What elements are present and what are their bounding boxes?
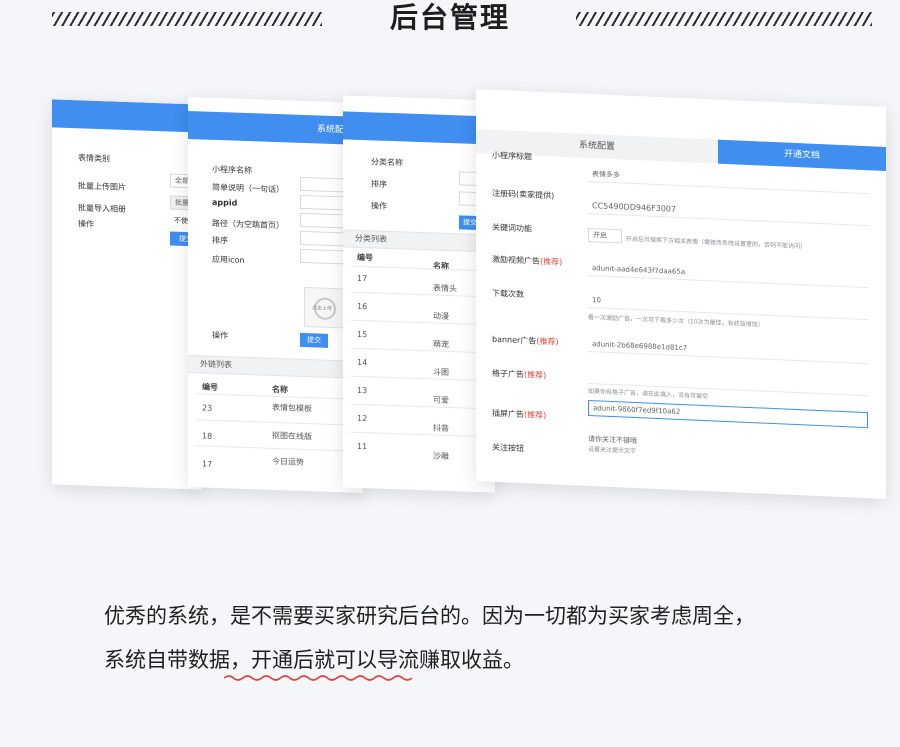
field-label: 应用icon (212, 254, 245, 265)
table-cell-id: 12 (357, 413, 368, 424)
table-cell-name: 抠图在线版 (272, 430, 312, 442)
table-cell-id: 23 (202, 403, 213, 413)
table-cell-id: 16 (357, 301, 368, 312)
table-cell-name: 可爱 (433, 395, 449, 406)
column-header: 编号 (202, 382, 218, 392)
field-label-title: 小程序标题 (492, 150, 532, 162)
page-title: 后台管理 (389, 1, 510, 34)
field-label: 批量上传图片 (78, 181, 126, 192)
field-label-grid-ad: 格子广告(推荐) (492, 368, 547, 381)
divider (351, 291, 495, 298)
caption-line-2: 系统自带数据，开通后就可以导流赚取收益。 (104, 648, 524, 672)
field-label-banner-ad: banner广告(推荐) (492, 334, 559, 347)
section-title: 外链列表 (188, 354, 363, 380)
divider (351, 403, 495, 410)
section-title: 分类列表 (343, 229, 495, 253)
tab-activation-docs[interactable]: 开通文档 (718, 139, 886, 171)
column-header: 名称 (433, 261, 449, 272)
option-text: 不使 (174, 216, 188, 226)
field-label-download-count: 下载次数 (492, 288, 524, 300)
upload-text: 点击上传 (312, 305, 333, 312)
decorative-hatch-right (576, 12, 872, 26)
field-label-reward-ad: 激励视频广告(推荐) (492, 254, 563, 267)
table-cell-id: 17 (357, 273, 368, 284)
divider (351, 347, 495, 354)
follow-button-note: 设置关注提示文字 (588, 445, 637, 456)
tab-bar: 系统配置 开通文档 (476, 129, 886, 171)
table-cell-name: 沙雕 (433, 451, 449, 462)
field-label-follow-button: 关注按钮 (492, 442, 524, 454)
table-cell-id: 17 (202, 459, 213, 469)
field-label: 分类名称 (371, 157, 403, 168)
submit-button[interactable]: 提交 (300, 332, 328, 348)
table-cell-id: 15 (357, 329, 368, 340)
page-header: 后台管理 (0, 0, 900, 40)
field-label-interstitial-ad: 插屏广告(推荐) (492, 408, 547, 421)
table-cell-name: 抖音 (433, 423, 449, 434)
field-label: 小程序名称 (212, 164, 252, 176)
divider (351, 319, 495, 326)
title-input[interactable]: 表情多多 (588, 167, 868, 195)
admin-panel-category-list: 分类名称 排序 操作 提交 分类列表 编号 名称 17 表情头 16 动漫 15… (343, 95, 495, 493)
table-cell-name: 表情头 (433, 283, 457, 294)
field-label: 操作 (371, 201, 387, 211)
table-cell-name: 表情包模板 (272, 402, 312, 414)
admin-panel-system-config: 系统配置 开通文档 小程序标题 表情多多 注册码(卖家提供) CC5490DD9… (476, 89, 886, 499)
field-label-register-code: 注册码(卖家提供) (492, 188, 555, 201)
field-label-keyword: 关键词功能 (492, 222, 532, 234)
wavy-underline-icon (224, 675, 412, 681)
admin-panel-miniprogram: 系统配置 小程序名称 简单说明（一句话） appid 路径（为空跳首页） 排序 … (188, 96, 363, 494)
column-header: 名称 (272, 384, 288, 395)
table-cell-id: 18 (202, 431, 213, 441)
field-label: 简单说明（一句话） (212, 182, 284, 195)
banner-ad-input[interactable]: adunit-2b68e6988e1d81c7 (588, 337, 868, 365)
interstitial-ad-input[interactable]: adunit-9860f7ed9f10a62 (588, 399, 868, 429)
panel-header-bar (52, 99, 202, 133)
keyword-note: 开启后可搜索下方相关表情（需修改系统设置里的，否则不能访问） (626, 235, 807, 251)
panel-header-bar: 系统配置 (188, 110, 363, 146)
divider (351, 375, 495, 382)
table-cell-name: 萌宠 (433, 339, 449, 350)
reward-ad-input[interactable]: adunit-aad4e643f7daa65a (588, 261, 868, 289)
field-label: 路径（为空跳首页） (212, 218, 284, 231)
table-cell-name: 今日运势 (272, 456, 304, 467)
divider (196, 445, 363, 453)
field-label: 排序 (371, 179, 387, 189)
field-label: 排序 (212, 235, 228, 246)
table-cell-id: 14 (357, 357, 368, 368)
field-label: 表情类别 (78, 153, 110, 164)
admin-panel-category: 表情类别 批量上传图片 批量导入相册 操作 全部 批量 不使 提交 (52, 99, 202, 490)
caption-line-1: 优秀的系统，是不需要买家研究后台的。因为一切都为买家考虑周全， (104, 604, 755, 628)
field-label: appid (212, 197, 238, 208)
column-header: 编号 (357, 252, 373, 263)
register-code-input[interactable]: CC5490DD946F3007 (588, 199, 868, 227)
field-label: 批量导入相册 (78, 203, 126, 214)
table-cell-name: 斗图 (433, 367, 449, 378)
divider (351, 265, 495, 272)
table-cell-name: 动漫 (433, 311, 449, 322)
field-label: 操作 (78, 219, 94, 229)
field-label: 操作 (212, 330, 228, 341)
keyword-select[interactable]: 开启 (588, 227, 622, 244)
divider (351, 431, 495, 438)
divider (196, 419, 363, 427)
table-cell-id: 13 (357, 385, 368, 396)
panel-header-bar (343, 111, 495, 145)
decorative-hatch-left (52, 12, 322, 26)
table-cell-id: 11 (357, 441, 368, 452)
